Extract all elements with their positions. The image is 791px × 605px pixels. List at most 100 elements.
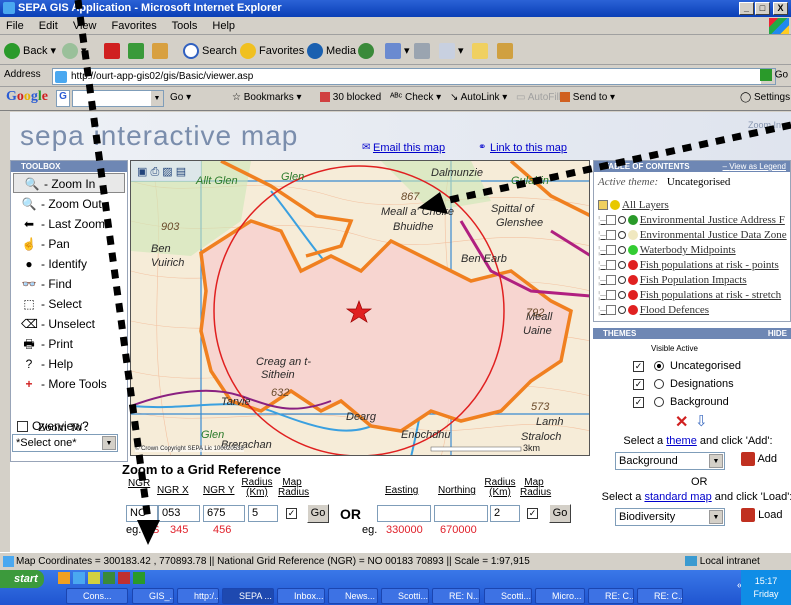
theme-help-link[interactable]: theme xyxy=(666,435,697,447)
tool-zoom-out[interactable]: 🔍 - Zoom Out xyxy=(11,194,127,214)
toc-layer-item[interactable]: ¦– Fish populations at risk - points xyxy=(594,258,790,273)
layer-visible-checkbox[interactable] xyxy=(605,245,616,256)
ngr-y-input[interactable]: 675 xyxy=(203,505,245,522)
toc-layer-item[interactable]: ¦– Fish Population Impacts xyxy=(594,273,790,288)
theme-visible-checkbox[interactable]: ✓ xyxy=(633,378,644,390)
layer-active-radio[interactable] xyxy=(617,276,626,285)
autofill-button[interactable]: ▭ AutoFill xyxy=(516,92,561,103)
tool-more-tools[interactable]: + - More Tools xyxy=(11,374,127,394)
coords-go-button[interactable]: Go xyxy=(549,504,571,523)
northing-input[interactable] xyxy=(434,505,488,522)
search-button[interactable]: Search xyxy=(183,41,237,61)
layer-visible-checkbox[interactable] xyxy=(605,290,616,301)
view-as-legend-link[interactable]: – View as Legend xyxy=(723,161,786,172)
menu-help[interactable]: Help xyxy=(212,20,235,32)
popup-blocked-button[interactable]: 30 blocked xyxy=(320,92,381,103)
menu-file[interactable]: File xyxy=(6,20,24,32)
grid-go-button[interactable]: Go xyxy=(307,504,329,523)
taskbar-task[interactable]: RE: N... xyxy=(432,588,480,604)
load-map-button[interactable]: Load xyxy=(741,508,783,522)
taskbar-task[interactable]: Cons... xyxy=(66,588,128,604)
layer-active-radio[interactable] xyxy=(617,216,626,225)
taskbar-task[interactable]: GIS_... xyxy=(132,588,174,604)
print-button[interactable] xyxy=(414,41,433,61)
toc-layer-item[interactable]: ¦– Fish populations at risk - stretch xyxy=(594,288,790,303)
email-map-link[interactable]: Email this map xyxy=(373,142,445,154)
edit-button[interactable]: ▾ xyxy=(439,41,464,61)
menu-edit[interactable]: Edit xyxy=(39,20,58,32)
theme-visible-checkbox[interactable]: ✓ xyxy=(633,360,644,372)
toc-layer-item[interactable]: ¦– Waterbody Midpoints xyxy=(594,243,790,258)
home-button[interactable] xyxy=(152,41,171,61)
tool-zoom-in[interactable]: 🔍 - Zoom In xyxy=(13,173,125,193)
layer-visible-checkbox[interactable] xyxy=(605,275,616,286)
toc-layer-item[interactable]: ¦– Environmental Justice Address F xyxy=(594,213,790,228)
settings-button[interactable]: ◯ Settings xyxy=(740,92,790,103)
tool-find[interactable]: 👓 - Find xyxy=(11,274,127,294)
layer-active-radio[interactable] xyxy=(617,306,626,315)
tool-last-zoom[interactable]: ⬅ - Last Zoom xyxy=(11,214,127,234)
favorites-button[interactable]: Favorites xyxy=(240,41,304,61)
google-search-input[interactable]: ▼ xyxy=(72,90,164,107)
google-logo[interactable]: Google xyxy=(6,89,48,105)
refresh-button[interactable] xyxy=(128,41,147,61)
taskbar-task[interactable]: SEPA ... xyxy=(222,588,274,604)
quicklaunch-icon[interactable] xyxy=(58,572,70,584)
ngr-x-input[interactable]: 053 xyxy=(158,505,200,522)
menu-tools[interactable]: Tools xyxy=(172,20,198,32)
radius-input[interactable]: 5 xyxy=(248,505,278,522)
easting-input[interactable] xyxy=(377,505,431,522)
layer-visible-checkbox[interactable] xyxy=(605,260,616,271)
ngr-input[interactable]: NO xyxy=(126,505,158,522)
radius-input-2[interactable]: 2 xyxy=(490,505,520,522)
map-radius-checkbox[interactable]: ✓ xyxy=(286,508,297,519)
tool-pan[interactable]: ☝ - Pan xyxy=(11,234,127,254)
taskbar-task[interactable]: http:/... xyxy=(177,588,219,604)
tool-help[interactable]: ? - Help xyxy=(11,354,127,374)
spellcheck-button[interactable]: ᴬᴮᶜ Check ▾ xyxy=(390,92,441,103)
add-theme-button[interactable]: Add xyxy=(741,452,777,466)
standard-map-select[interactable]: Biodiversity ▼ xyxy=(615,508,725,526)
quicklaunch-icon[interactable] xyxy=(133,572,145,584)
layer-active-radio[interactable] xyxy=(617,231,626,240)
link-map-link[interactable]: Link to this map xyxy=(490,142,567,154)
quicklaunch-icon[interactable] xyxy=(103,572,115,584)
minimize-button[interactable]: _ xyxy=(739,2,754,15)
layer-active-radio[interactable] xyxy=(617,246,626,255)
mail-button[interactable]: ▾ xyxy=(385,41,410,61)
taskbar-task[interactable]: RE: C... xyxy=(588,588,634,604)
remove-theme-icon[interactable]: ✕ xyxy=(675,412,688,432)
map-view[interactable]: ▣ ⎙ ▨ ▤ Dalmunzie 867 Meall a' Choire Bhuid… xyxy=(130,160,590,456)
tool-identify[interactable]: ● - Identify xyxy=(11,254,127,274)
taskbar-task[interactable]: Scotti... xyxy=(484,588,532,604)
theme-active-radio[interactable] xyxy=(654,379,664,390)
back-button[interactable]: Back ▾ xyxy=(4,41,56,61)
address-go-button[interactable]: Go xyxy=(760,69,788,81)
tool-print[interactable]: 🖶 - Print xyxy=(11,334,127,354)
quicklaunch-icon[interactable] xyxy=(118,572,130,584)
layer-visible-checkbox[interactable] xyxy=(605,305,616,316)
toc-layer-item[interactable]: ¦– Environmental Justice Data Zone xyxy=(594,228,790,243)
google-go-button[interactable]: Go ▾ xyxy=(170,92,191,103)
toc-layer-item[interactable]: ¦– Flood Defences xyxy=(594,303,790,318)
taskbar-task[interactable]: RE: C... xyxy=(637,588,683,604)
theme-visible-checkbox[interactable]: ✓ xyxy=(633,396,644,408)
theme-row-uncategorised[interactable]: ✓ Uncategorised xyxy=(633,360,741,372)
messenger-button[interactable] xyxy=(497,41,516,61)
discuss-button[interactable] xyxy=(472,41,491,61)
layer-visible-checkbox[interactable] xyxy=(605,215,616,226)
quicklaunch-icon[interactable] xyxy=(73,572,85,584)
themes-hide-button[interactable]: HIDE xyxy=(768,328,787,339)
menu-favorites[interactable]: Favorites xyxy=(112,20,157,32)
start-button[interactable]: start xyxy=(0,570,44,588)
zoom-to-select[interactable]: *Select one* ▼ xyxy=(12,434,118,452)
media-button[interactable]: Media xyxy=(307,41,356,61)
google-dropdown-icon[interactable]: ▼ xyxy=(151,91,163,106)
layer-active-radio[interactable] xyxy=(617,291,626,300)
taskbar-task[interactable]: Inbox... xyxy=(277,588,325,604)
history-button[interactable] xyxy=(358,41,377,61)
layer-visible-checkbox[interactable] xyxy=(605,230,616,241)
theme-active-radio[interactable] xyxy=(654,361,664,372)
toc-layer-item[interactable]: All Layers xyxy=(594,198,790,213)
layer-active-radio[interactable] xyxy=(617,261,626,270)
